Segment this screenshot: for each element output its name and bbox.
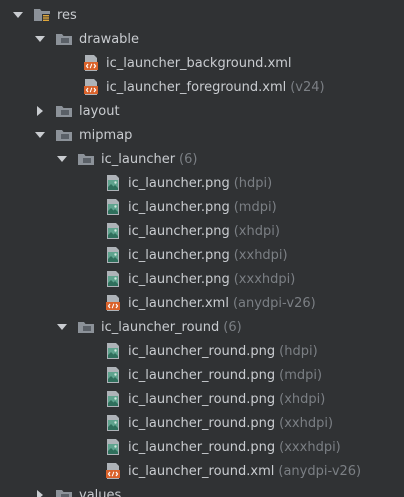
tree-node-qualifier: (xxhdpi)	[233, 247, 288, 263]
tree-node[interactable]: ic_launcher.png (xhdpi)	[0, 219, 404, 243]
tree-node-qualifier: (mdpi)	[233, 199, 277, 215]
tree-node[interactable]: res	[0, 3, 404, 27]
chevron-right-icon[interactable]	[34, 105, 46, 117]
tree-node[interactable]: ic_launcher.xml (anydpi-v26)	[0, 291, 404, 315]
tree-node[interactable]: layout	[0, 99, 404, 123]
png-image-icon	[104, 390, 122, 408]
tree-node-qualifier: (xhdpi)	[233, 223, 280, 239]
tree-node-qualifier: (anydpi-v26)	[232, 295, 316, 311]
tree-node[interactable]: ic_launcher_round.xml (anydpi-v26)	[0, 459, 404, 483]
tree-node[interactable]: ic_launcher_round.png (xxxhdpi)	[0, 435, 404, 459]
tree-node-label: ic_launcher_round.png	[128, 415, 276, 431]
tree-node-label: res	[57, 7, 77, 23]
folder-icon	[77, 150, 95, 168]
tree-node-label: ic_launcher_round	[101, 319, 220, 335]
xml-file-icon	[82, 54, 100, 72]
tree-node[interactable]: mipmap	[0, 123, 404, 147]
png-image-icon	[104, 438, 122, 456]
png-image-icon	[104, 198, 122, 216]
png-image-icon	[104, 414, 122, 432]
tree-node[interactable]: ic_launcher.png (mdpi)	[0, 195, 404, 219]
tree-node-label: ic_launcher.xml	[128, 295, 229, 311]
tree-node-label: ic_launcher.png	[128, 175, 230, 191]
tree-node-label: layout	[79, 103, 120, 119]
tree-node-label: ic_launcher.png	[128, 199, 230, 215]
png-image-icon	[104, 270, 122, 288]
tree-node-label: ic_launcher.png	[128, 271, 230, 287]
project-tree: res drawable ic_launcher_background.xml ic_…	[0, 0, 404, 497]
png-image-icon	[104, 246, 122, 264]
tree-node[interactable]: ic_launcher_round (6)	[0, 315, 404, 339]
tree-node-label: values	[79, 487, 122, 497]
chevron-down-icon[interactable]	[56, 153, 68, 165]
tree-node-qualifier: (6)	[179, 151, 198, 167]
png-image-icon	[104, 222, 122, 240]
folder-icon	[55, 126, 73, 144]
tree-node-label: ic_launcher_round.png	[128, 391, 276, 407]
folder-icon	[55, 30, 73, 48]
tree-node[interactable]: ic_launcher_round.png (xhdpi)	[0, 387, 404, 411]
chevron-right-icon[interactable]	[34, 489, 46, 497]
folder-icon	[55, 486, 73, 497]
tree-node[interactable]: values	[0, 483, 404, 497]
tree-node[interactable]: ic_launcher.png (xxhdpi)	[0, 243, 404, 267]
xml-file-icon	[82, 78, 100, 96]
tree-node-qualifier: (xxhdpi)	[279, 415, 334, 431]
tree-node-label: ic_launcher_round.png	[128, 367, 276, 383]
tree-node-label: mipmap	[79, 127, 133, 143]
tree-node[interactable]: ic_launcher_foreground.xml (v24)	[0, 75, 404, 99]
tree-node-label: ic_launcher_round.png	[128, 439, 276, 455]
tree-node-label: ic_launcher_background.xml	[106, 55, 292, 71]
tree-node-qualifier: (v24)	[290, 79, 325, 95]
tree-node-qualifier: (mdpi)	[279, 367, 323, 383]
chevron-down-icon[interactable]	[34, 129, 46, 141]
png-image-icon	[104, 342, 122, 360]
tree-node-qualifier: (xxxhdpi)	[233, 271, 296, 287]
tree-node-label: ic_launcher	[101, 151, 176, 167]
xml-file-icon	[104, 294, 122, 312]
tree-node-label: ic_launcher_foreground.xml	[106, 79, 287, 95]
png-image-icon	[104, 174, 122, 192]
res-folder-icon	[33, 6, 51, 24]
tree-node-label: ic_launcher_round.xml	[128, 463, 275, 479]
tree-node[interactable]: ic_launcher.png (hdpi)	[0, 171, 404, 195]
chevron-down-icon[interactable]	[12, 9, 24, 21]
tree-node-label: ic_launcher_round.png	[128, 343, 276, 359]
tree-node-qualifier: (xxxhdpi)	[279, 439, 341, 455]
tree-node[interactable]: ic_launcher (6)	[0, 147, 404, 171]
tree-node-label: ic_launcher.png	[128, 223, 230, 239]
tree-node[interactable]: ic_launcher_round.png (xxhdpi)	[0, 411, 404, 435]
tree-node[interactable]: drawable	[0, 27, 404, 51]
tree-node-label: ic_launcher.png	[128, 247, 230, 263]
tree-node-qualifier: (6)	[223, 319, 242, 335]
chevron-down-icon[interactable]	[56, 321, 68, 333]
tree-node-qualifier: (xhdpi)	[279, 391, 326, 407]
tree-node-label: drawable	[79, 31, 140, 47]
png-image-icon	[104, 366, 122, 384]
folder-icon	[77, 318, 95, 336]
tree-node-qualifier: (hdpi)	[279, 343, 318, 359]
tree-node[interactable]: ic_launcher_background.xml	[0, 51, 404, 75]
tree-node[interactable]: ic_launcher_round.png (mdpi)	[0, 363, 404, 387]
folder-icon	[55, 102, 73, 120]
xml-file-icon	[104, 462, 122, 480]
tree-node-qualifier: (hdpi)	[233, 175, 273, 191]
tree-node-qualifier: (anydpi-v26)	[278, 463, 362, 479]
tree-node[interactable]: ic_launcher.png (xxxhdpi)	[0, 267, 404, 291]
chevron-down-icon[interactable]	[34, 33, 46, 45]
tree-node[interactable]: ic_launcher_round.png (hdpi)	[0, 339, 404, 363]
